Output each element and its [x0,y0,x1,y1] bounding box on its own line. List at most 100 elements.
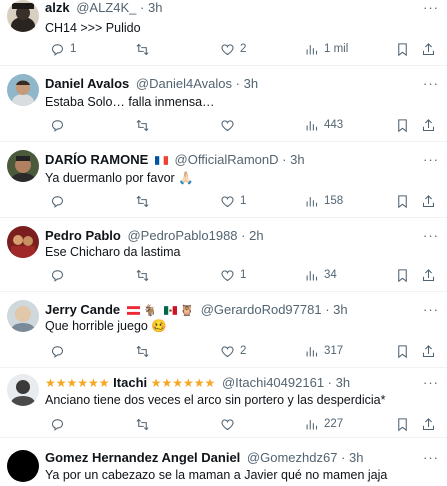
timestamp[interactable]: 3h [290,152,304,167]
avatar[interactable] [7,226,39,258]
timestamp[interactable]: 2h [249,228,263,243]
views-count: 227 [324,418,344,430]
tweet-4[interactable]: Pedro Pablo @PedroPablo1988 · 2h ··· Ese… [0,218,447,292]
reply-button[interactable] [50,192,70,210]
like-button[interactable] [220,116,240,134]
timestamp[interactable]: 3h [336,375,350,390]
avatar[interactable] [7,374,39,406]
repost-icon [136,119,149,131]
more-options-button[interactable]: ··· [423,228,439,243]
share-button[interactable] [421,266,436,284]
views-button[interactable]: 34 [304,266,337,284]
tweet-5[interactable]: Jerry Cande 🐐 🦉 @GerardoRod97781 · 3h ··… [0,292,447,368]
avatar[interactable] [7,150,39,182]
more-options-button[interactable]: ··· [423,0,439,15]
timestamp[interactable]: 3h [148,0,162,15]
repost-button[interactable] [135,192,155,210]
repost-button[interactable] [135,40,155,58]
more-options-button[interactable]: ··· [423,76,439,91]
author-name[interactable]: alzk [45,0,70,15]
tweet-header: ★★★★★★ Itachi ★★★★★★ @Itachi40492161 · 3… [45,375,350,391]
repost-button[interactable] [135,415,155,433]
reply-button[interactable] [50,116,70,134]
repost-button[interactable] [135,342,155,360]
like-button[interactable]: 1 [220,266,246,284]
reply-button[interactable] [50,266,70,284]
views-button[interactable]: 1 mil [304,40,348,58]
timestamp[interactable]: 3h [244,76,258,91]
author-handle[interactable]: @Daniel4Avalos [136,76,232,91]
bookmark-button[interactable] [395,266,410,284]
like-count: 1 [240,269,247,281]
repost-icon [136,269,149,281]
author-name[interactable]: Gomez Hernandez Angel Daniel [45,450,240,465]
more-options-button[interactable]: ··· [423,302,439,317]
bookmark-icon [398,42,407,56]
like-button[interactable]: 1 [220,192,246,210]
avatar-image [7,300,39,332]
bookmark-button[interactable] [395,116,410,134]
more-options-button[interactable]: ··· [423,375,439,390]
austria-flag-icon [126,306,140,315]
repost-button[interactable] [135,266,155,284]
repost-button[interactable] [135,116,155,134]
more-options-button[interactable]: ··· [423,152,439,167]
like-button[interactable] [220,415,240,433]
tweet-2[interactable]: Daniel Avalos @Daniel4Avalos · 3h ··· Es… [0,66,447,142]
repost-icon [136,418,149,430]
tweet-1[interactable]: alzk @ALZ4K_ · 3h ··· CH14 >>> Pulido 1 … [0,0,447,66]
bookmark-button[interactable] [395,342,410,360]
tweet-text: Que horrible juego 🥴 [45,319,167,333]
action-bar: 1 2 1 mil [45,40,440,58]
views-count: 1 mil [324,43,349,55]
avatar[interactable] [7,0,39,32]
bookmark-icon [398,268,407,282]
views-button[interactable]: 443 [304,116,343,134]
author-handle[interactable]: @GerardoRod97781 [201,302,322,317]
reply-icon [51,195,64,207]
owl-emoji-icon: 🦉 [180,305,195,317]
tweet-text: Ya duermanlo por favor 🙏🏻 [45,171,194,185]
like-button[interactable]: 2 [220,40,246,58]
share-button[interactable] [421,342,436,360]
tweet-3[interactable]: DARÍO RAMONE @OfficialRamonD · 3h ··· Ya… [0,142,447,218]
author-name[interactable]: Pedro Pablo [45,228,121,243]
author-handle[interactable]: @PedroPablo1988 [127,228,237,243]
action-bar: 1 158 [45,192,440,210]
timestamp[interactable]: 3h [349,450,363,465]
timestamp[interactable]: 3h [333,302,347,317]
author-handle[interactable]: @Itachi40492161 [222,375,324,390]
more-options-button[interactable]: ··· [423,450,439,465]
bookmark-button[interactable] [395,40,410,58]
author-name[interactable]: DARÍO RAMONE [45,152,148,167]
author-handle[interactable]: @OfficialRamonD [175,152,279,167]
reply-button[interactable] [50,342,70,360]
author-handle[interactable]: @Gomezhdz67 [247,450,338,465]
tweet-7[interactable]: Gomez Hernandez Angel Daniel @Gomezhdz67… [0,438,447,486]
views-button[interactable]: 317 [304,342,343,360]
views-button[interactable]: 227 [304,415,343,433]
tweet-header: Gomez Hernandez Angel Daniel @Gomezhdz67… [45,450,364,466]
reply-button[interactable] [50,415,70,433]
author-name[interactable]: Daniel Avalos [45,76,129,91]
share-button[interactable] [421,192,436,210]
avatar[interactable] [7,450,39,482]
author-handle[interactable]: @ALZ4K_ [76,0,136,15]
reply-button[interactable]: 1 [50,40,76,58]
share-button[interactable] [421,40,436,58]
share-button[interactable] [421,415,436,433]
bookmark-button[interactable] [395,415,410,433]
bookmark-button[interactable] [395,192,410,210]
heart-icon [221,119,234,131]
tweet-6[interactable]: ★★★★★★ Itachi ★★★★★★ @Itachi40492161 · 3… [0,368,447,438]
avatar[interactable] [7,74,39,106]
bookmark-icon [398,344,407,358]
reply-icon [51,43,64,55]
like-button[interactable]: 2 [220,342,246,360]
views-count: 317 [324,345,344,357]
avatar[interactable] [7,300,39,332]
views-button[interactable]: 158 [304,192,343,210]
author-name[interactable]: Jerry Cande [45,302,120,317]
share-button[interactable] [421,116,436,134]
author-name[interactable]: Itachi [113,375,147,390]
